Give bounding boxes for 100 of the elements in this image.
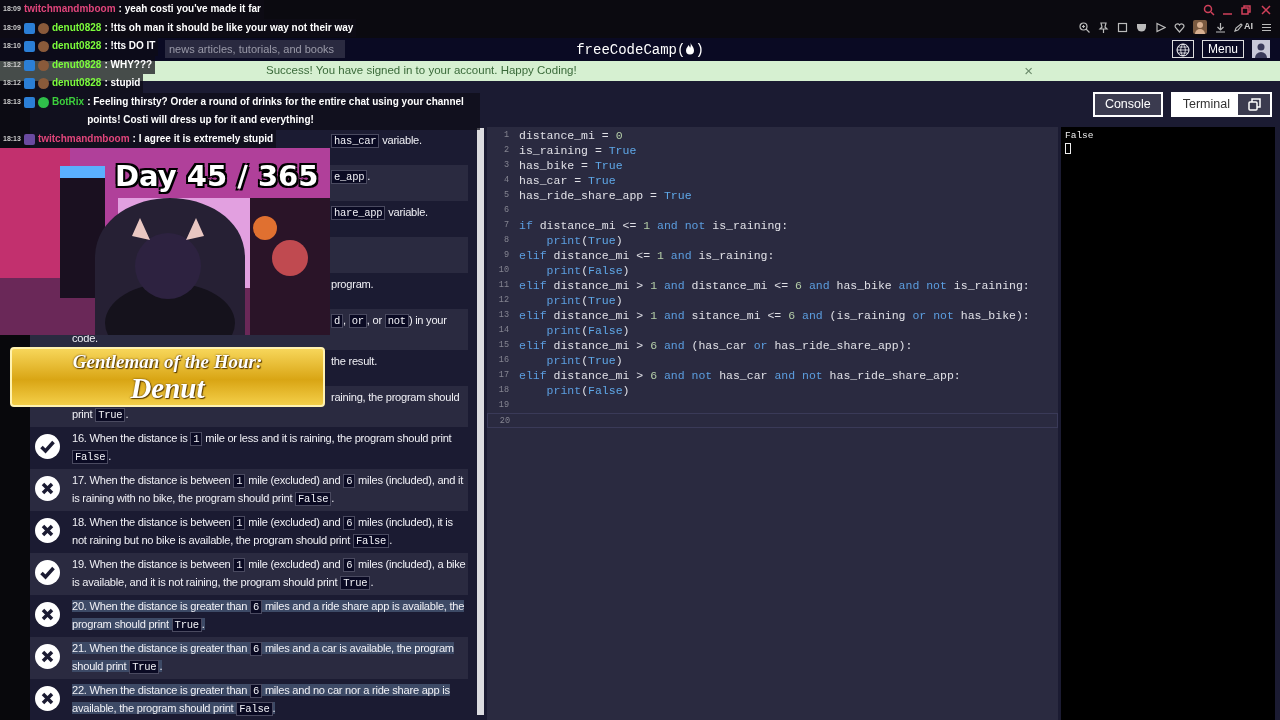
code-line: elif distance_mi > 6 and not has_car and not has_ride_share_app: — [519, 368, 961, 383]
code-line: elif distance_mi > 1 and distance_mi <= 6 and has_bike and not is_raining: — [519, 278, 1030, 293]
pin-icon[interactable] — [1098, 21, 1109, 33]
code-line: print(True) — [545, 293, 623, 308]
avatar-icon[interactable] — [1193, 20, 1207, 34]
chat-username[interactable]: denut0828 — [51, 37, 102, 56]
copy-icon — [1247, 97, 1261, 111]
instruction-text: 21. When the distance is greater than 6 miles and a car is available, the program should print True . — [72, 641, 455, 676]
code-line: print(False) — [545, 383, 630, 398]
code-line: elif distance_mi > 6 and (has_car or has_ride_share_app): — [519, 338, 913, 353]
text-cursor — [1065, 143, 1071, 155]
minimize-icon — [1223, 13, 1232, 15]
instruction-text: print True . — [72, 407, 130, 424]
instruction-text: d , or , or not ) in your — [331, 312, 447, 330]
day-counter: Day 45 / 365 — [115, 158, 319, 195]
instruction-text: 19. When the distance is between 1 mile (excluded) and 6 miles (included), a bike is available, and it is not raining, the program should print True . — [72, 557, 467, 592]
chat-username[interactable]: denut0828 — [51, 74, 102, 93]
terminal-panel[interactable]: False — [1061, 127, 1275, 720]
pen-icon — [1234, 22, 1243, 32]
code-line: has_car = True — [519, 173, 616, 188]
language-button[interactable] — [1171, 40, 1194, 58]
site-title[interactable]: freeCodeCamp( ) — [576, 40, 704, 61]
line-number: 9 — [502, 249, 510, 262]
chat-message: : !tts DO IT — [104, 39, 156, 53]
instruction-text: program. — [331, 277, 374, 292]
code-line: print(False) — [545, 323, 630, 338]
search-field[interactable]: news articles, tutorials, and books — [165, 40, 345, 58]
terminal-output: False — [1065, 129, 1095, 143]
square-icon[interactable] — [1117, 21, 1128, 33]
chat-username[interactable]: twitchmandmboom — [23, 0, 116, 19]
instruction-text: e_app . — [331, 168, 371, 186]
line-number: 20 — [498, 415, 511, 427]
line-number: 15 — [497, 339, 510, 352]
code-line: distance_mi = 0 — [519, 128, 623, 143]
line-number: 3 — [502, 159, 510, 172]
instruction-text: 18. When the distance is between 1 mile (excluded) and 6 miles (included), it is not raining but no bike is available, the program should print False . — [72, 515, 454, 550]
code-line: elif distance_mi <= 1 and is_raining: — [519, 248, 775, 263]
line-number: 19 — [497, 399, 510, 412]
instruction-text: 17. When the distance is between 1 mile (excluded) and 6 miles (included), and it is raining with no bike, the program should print False . — [72, 473, 465, 508]
chat-username[interactable]: denut0828 — [51, 18, 102, 37]
chat-username[interactable]: denut0828 — [51, 55, 102, 74]
code-line: is_raining = True — [519, 143, 637, 158]
line-number: 13 — [497, 309, 510, 322]
line-number: 14 — [497, 324, 510, 337]
line-number: 4 — [502, 174, 510, 187]
close-icon — [1260, 4, 1272, 16]
ai-button[interactable]: AI — [1234, 20, 1253, 34]
code-line: print(False) — [545, 263, 630, 278]
search-icon — [1203, 4, 1215, 16]
chat-message: : I agree it is extremely stupid — [132, 131, 274, 146]
chat-message: : WHY??? — [104, 57, 153, 72]
console-button[interactable]: Console — [1092, 91, 1163, 117]
instruction-text: has_car variable. — [331, 132, 422, 150]
award-title: Gentleman of the Hour: — [72, 351, 263, 373]
play-icon[interactable] — [1155, 21, 1166, 33]
instruction-text: raining, the program should — [331, 390, 460, 405]
chat-message: : Feeling thirsty? Order a round of drinks for the entire chat using your channel points! Costi will dress up for it and everything! — [87, 94, 465, 127]
line-number: 2 — [502, 144, 510, 157]
instruction-text: code. — [72, 331, 99, 346]
zoom-icon[interactable] — [1079, 21, 1090, 33]
instruction-text: 22. When the distance is greater than 6 miles and no car nor a ride share app is available, the program should print False . — [72, 683, 451, 718]
line-number: 16 — [497, 354, 510, 367]
instruction-text: the result. — [331, 354, 377, 369]
restore-icon — [1240, 4, 1252, 16]
code-line: has_bike = True — [519, 158, 623, 173]
heart-icon[interactable] — [1174, 21, 1185, 33]
line-number: 1 — [502, 129, 510, 142]
code-line: print(True) — [545, 353, 623, 368]
instruction-text: 20. When the distance is greater than 6 miles and a ride share app is available, the program should print True . — [72, 599, 466, 634]
code-line: print(True) — [545, 233, 623, 248]
alert-message: Success! You have signed in to your account. Happy Coding! — [266, 63, 577, 79]
flame-icon — [685, 42, 696, 55]
award-name: Denut — [130, 373, 205, 403]
scrollbar[interactable] — [476, 128, 484, 715]
chat-message: : !tts oh man it should be like your way not their way — [104, 20, 354, 35]
chat-username[interactable]: BotRix — [51, 92, 85, 111]
line-number: 12 — [497, 294, 510, 307]
line-number: 10 — [497, 264, 510, 277]
line-number: 8 — [502, 234, 510, 247]
line-number: 18 — [497, 384, 510, 397]
chat-username[interactable]: twitchmandmboom — [37, 129, 130, 148]
terminal-button[interactable]: Terminal — [1170, 91, 1272, 117]
line-number: 11 — [497, 279, 510, 292]
code-line: if distance_mi <= 1 and not is_raining: — [519, 218, 789, 233]
code-line: has_ride_share_app = True — [519, 188, 692, 203]
chat-message: : yeah costi you've made it far — [118, 2, 261, 16]
line-number: 5 — [502, 189, 510, 202]
line-number: 7 — [502, 219, 510, 232]
line-number: 6 — [502, 204, 510, 217]
menu-icon[interactable] — [1261, 21, 1272, 33]
avatar-icon[interactable] — [1252, 40, 1270, 58]
download-icon[interactable] — [1215, 21, 1226, 33]
chat-message: : stupid — [104, 76, 141, 90]
instruction-text: 16. When the distance is 1 mile or less and it is raining, the program should print False . — [72, 431, 453, 466]
globe-icon — [1175, 42, 1190, 57]
instruction-text: hare_app variable. — [331, 204, 428, 222]
menu-button[interactable]: Menu — [1201, 40, 1244, 58]
shield-icon[interactable] — [1136, 21, 1147, 33]
line-number: 17 — [497, 369, 510, 382]
code-line: elif distance_mi > 1 and sitance_mi <= 6 and (is_raining or not has_bike): — [519, 308, 1030, 323]
